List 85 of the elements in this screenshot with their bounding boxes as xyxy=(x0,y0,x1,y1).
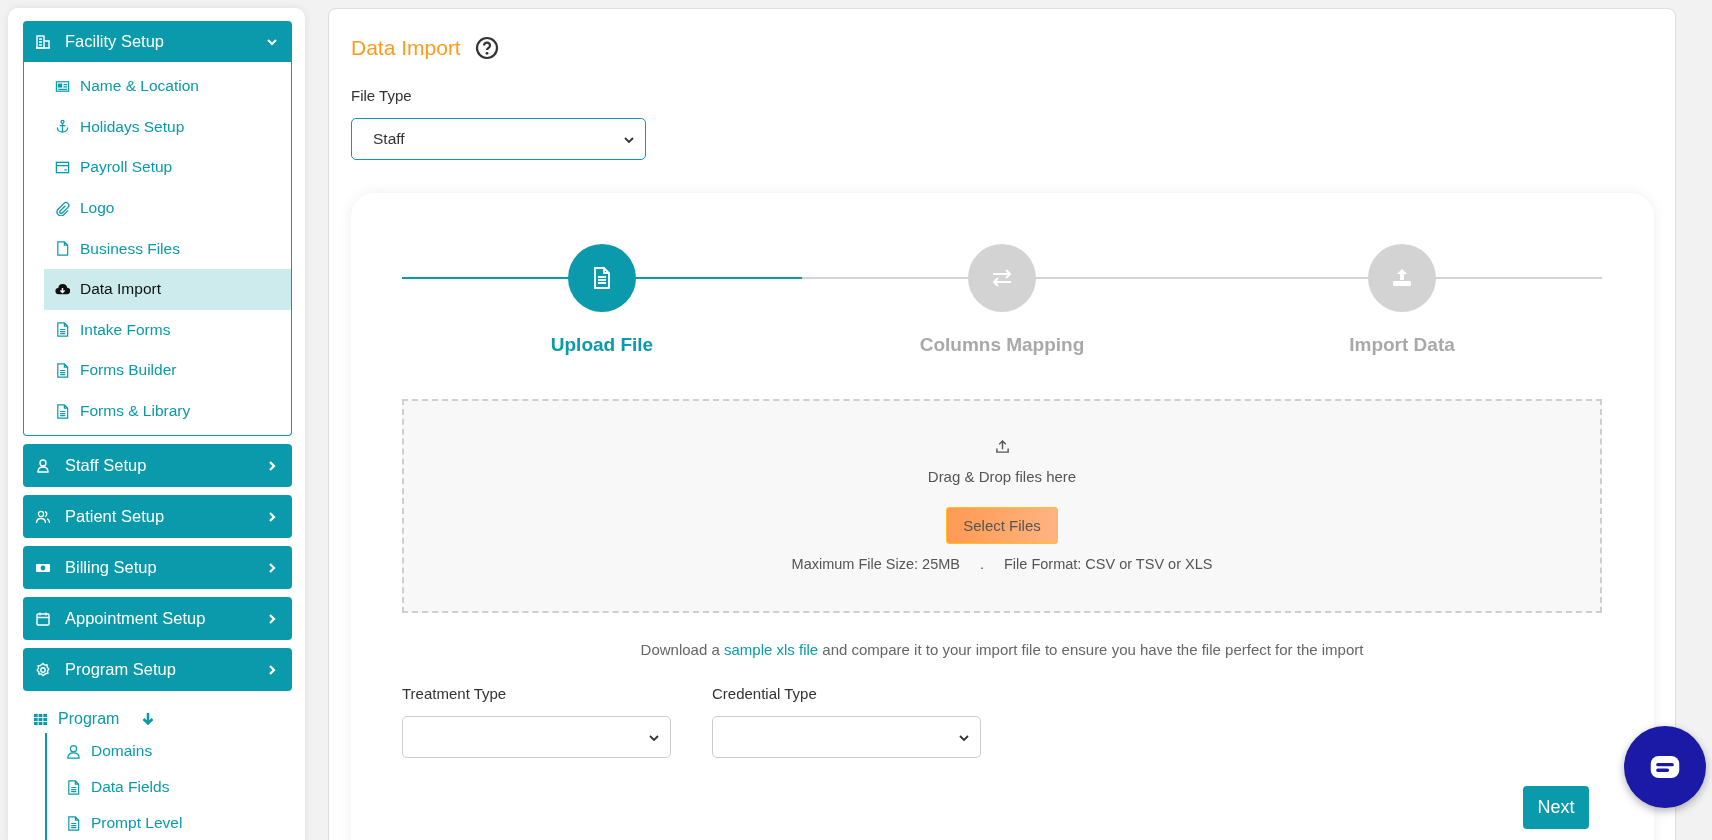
chevron-right-icon xyxy=(266,510,278,523)
sidebar-item-label: Forms Builder xyxy=(80,361,177,380)
download-note: Download a sample xls file and compare it to your import file to ensure you have the file perfect for the import xyxy=(639,641,1365,658)
section-label: Patient Setup xyxy=(65,507,166,527)
file-icon xyxy=(55,241,70,257)
field-label: Treatment Type xyxy=(402,685,508,702)
chevron-right-icon xyxy=(266,612,278,625)
document-icon xyxy=(55,322,70,338)
sample-file-link[interactable]: sample xls file xyxy=(723,641,819,658)
page-title: Data Import xyxy=(351,36,461,60)
sidebar-item-label: Payroll Setup xyxy=(80,158,173,177)
sidebar-item[interactable]: Payroll Setup xyxy=(44,147,291,188)
chevron-right-icon xyxy=(266,561,278,574)
field-label: Credential Type xyxy=(712,685,818,702)
section-label: Program Setup xyxy=(65,660,177,680)
sidebar-item-label: Name & Location xyxy=(80,77,199,96)
sidebar-item-label: Domains xyxy=(91,742,153,761)
chat-button[interactable] xyxy=(1624,726,1706,808)
sidebar-item-label: Forms & Library xyxy=(80,402,191,421)
card-icon xyxy=(55,160,70,175)
sidebar-item[interactable]: Intake Forms xyxy=(44,309,291,351)
person-icon xyxy=(35,457,51,474)
step-label[interactable]: Upload File xyxy=(550,334,654,356)
program-tree-toggle[interactable]: Program xyxy=(33,705,292,734)
chevron-right-icon xyxy=(266,663,278,676)
sidebar-item[interactable]: Name & Location xyxy=(44,66,291,107)
dropzone-text: Drag & Drop files here xyxy=(927,468,1077,485)
sidebar-item[interactable]: Holidays Setup xyxy=(44,106,291,148)
paperclip-icon xyxy=(55,200,70,216)
sidebar-section-header[interactable]: Billing Setup xyxy=(23,546,292,590)
grid-icon xyxy=(33,711,48,727)
sidebar-section-header[interactable]: Appointment Setup xyxy=(23,597,292,641)
sidebar-item[interactable]: Prompt Level xyxy=(55,805,292,840)
help-icon[interactable] xyxy=(474,36,499,60)
people-icon xyxy=(35,508,51,525)
arrow-down-icon xyxy=(141,712,156,727)
next-button[interactable]: Next xyxy=(1523,786,1589,829)
calendar-icon xyxy=(35,610,51,627)
step-label[interactable]: Columns Mapping xyxy=(919,334,1085,356)
field-label: File Type xyxy=(351,87,413,104)
chevron-down-icon xyxy=(648,732,660,744)
chevron-down-icon xyxy=(623,134,635,146)
section-label: Appointment Setup xyxy=(65,609,207,629)
sidebar-item-label: Prompt Level xyxy=(91,814,183,833)
upload-icon xyxy=(994,439,1010,454)
file-type-select[interactable]: Staff xyxy=(351,118,646,160)
sidebar-item-label: Logo xyxy=(80,199,115,218)
file-dropzone[interactable]: Drag & Drop files here Select Files Maximum File Size: 25MB . File Format: CSV or TSV or XLS xyxy=(402,399,1602,613)
max-size-text: Maximum File Size: 25MB xyxy=(791,556,960,572)
section-label: Facility Setup xyxy=(65,32,166,51)
section-label: Billing Setup xyxy=(65,558,158,578)
building-icon xyxy=(35,33,51,50)
sidebar-item[interactable]: Domains xyxy=(55,733,292,770)
document-icon xyxy=(66,815,81,831)
sidebar-item[interactable]: Business Files xyxy=(44,228,291,269)
sidebar-item-label: Holidays Setup xyxy=(80,117,185,136)
sidebar-section-header[interactable]: Program Setup xyxy=(23,648,292,692)
sidebar-section-header[interactable]: Patient Setup xyxy=(23,495,292,539)
document-icon xyxy=(66,779,81,795)
sidebar-item[interactable]: Data Import xyxy=(44,268,291,310)
document-icon xyxy=(55,403,70,419)
sidebar-item-label: Intake Forms xyxy=(80,320,171,339)
id-card-icon xyxy=(55,78,70,94)
step-label[interactable]: Import Data xyxy=(1349,334,1455,356)
program-label: Program xyxy=(58,710,120,729)
separator-dot: . xyxy=(979,556,984,572)
file-format-text: File Format: CSV or TSV or XLS xyxy=(1004,556,1213,572)
cloud-download-icon xyxy=(55,281,70,297)
sidebar-item-label: Business Files xyxy=(80,239,180,258)
document-icon xyxy=(55,362,70,378)
sidebar-item[interactable]: Forms Builder xyxy=(44,350,291,391)
anchor-icon xyxy=(55,119,70,135)
sidebar-item[interactable]: Data Fields xyxy=(55,769,292,806)
person-icon xyxy=(66,743,81,759)
section-label: Staff Setup xyxy=(65,456,148,476)
sidebar-item-label: Data Fields xyxy=(91,778,170,797)
sidebar-item[interactable]: Forms & Library xyxy=(44,390,291,432)
sidebar-section-header[interactable]: Facility Setup xyxy=(23,21,292,62)
sidebar-section-header[interactable]: Staff Setup xyxy=(23,444,292,488)
settings-icon xyxy=(35,661,51,678)
sidebar-item-label: Data Import xyxy=(80,280,161,299)
chevron-right-icon xyxy=(266,459,278,472)
sidebar-item[interactable]: Logo xyxy=(44,187,291,229)
chevron-down-icon xyxy=(958,732,970,744)
select-files-button[interactable]: Select Files xyxy=(946,507,1058,544)
